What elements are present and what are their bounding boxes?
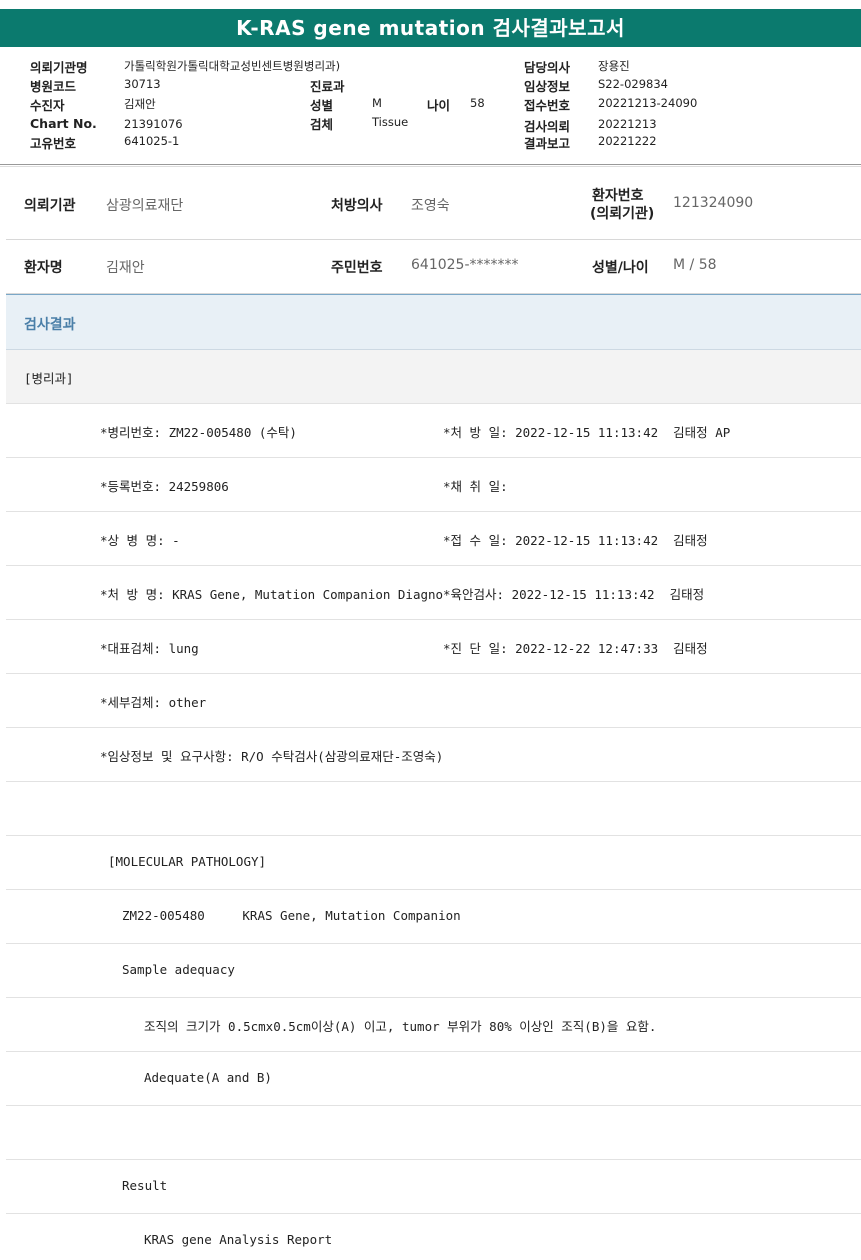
result-line: *세부검체: other bbox=[6, 674, 861, 728]
header-label-report-date: 결과보고 bbox=[524, 136, 571, 151]
result-line: 조직의 크기가 0.5cmx0.5cm이상(A) 이고, tumor 부위가 8… bbox=[6, 998, 861, 1052]
info-value-institution: 삼광의료재단 bbox=[106, 198, 184, 214]
header-label-department: 진료과 bbox=[310, 79, 345, 94]
header-value-report-date: 20221222 bbox=[598, 134, 657, 148]
header-value-clinical-info: S22-029834 bbox=[598, 77, 668, 91]
result-line-text-right: *접 수 일: 2022-12-15 11:13:42 김태정 bbox=[443, 533, 708, 548]
header-label-patient: 수진자 bbox=[30, 98, 65, 113]
result-line-blank bbox=[6, 1106, 861, 1160]
result-line-text: Adequate(A and B) bbox=[144, 1070, 272, 1085]
info-value-patient-name: 김재안 bbox=[106, 260, 145, 276]
result-line: Adequate(A and B) bbox=[6, 1052, 861, 1106]
result-line-text: Sample adequacy bbox=[122, 962, 235, 977]
info-row-patient: 환자명 김재안 주민번호 641025-******* 성별/나이 M / 58 bbox=[6, 240, 861, 294]
result-line-text: KRAS gene Analysis Report bbox=[144, 1232, 333, 1247]
result-line: *등록번호: 24259806 *채 취 일: bbox=[6, 458, 861, 512]
info-label-sex-age: 성별/나이 bbox=[592, 260, 649, 276]
header-value-request-date: 20221213 bbox=[598, 117, 657, 131]
result-line-text: *대표검체: lung bbox=[100, 641, 199, 656]
result-line: *처 방 명: KRAS Gene, Mutation Companion Di… bbox=[6, 566, 861, 620]
info-label-patient-no: 환자번호 bbox=[592, 188, 644, 204]
result-line: Result bbox=[6, 1160, 861, 1214]
results-header: 검사결과 bbox=[6, 294, 861, 350]
report-title: K-RAS gene mutation 검사결과보고서 bbox=[0, 9, 861, 47]
info-value-prescriber: 조영숙 bbox=[411, 198, 450, 214]
header-label-chart-no: Chart No. bbox=[30, 116, 97, 131]
result-line-text: *세부검체: other bbox=[100, 695, 207, 710]
result-line: *임상정보 및 요구사항: R/O 수탁검사(삼광의료재단-조영숙) bbox=[6, 728, 861, 782]
header-label-hospital-code: 병원코드 bbox=[30, 79, 77, 94]
header-label-receipt-no: 접수번호 bbox=[524, 98, 571, 113]
result-line-text: *등록번호: 24259806 bbox=[100, 479, 229, 494]
header-value-hospital-code: 30713 bbox=[124, 77, 161, 91]
result-line-text-right: *채 취 일: bbox=[443, 479, 508, 494]
result-line-text: [병리과] bbox=[24, 371, 74, 386]
results-title: 검사결과 bbox=[24, 317, 76, 333]
header-label-sex: 성별 bbox=[310, 98, 334, 113]
header-value-unique-no: 641025-1 bbox=[124, 134, 180, 148]
info-label-institution: 의뢰기관 bbox=[24, 198, 76, 214]
result-line: *병리번호: ZM22-005480 (수탁) *처 방 일: 2022-12-… bbox=[6, 404, 861, 458]
result-line-text: Result bbox=[122, 1178, 168, 1193]
header-value-specimen: Tissue bbox=[372, 115, 409, 129]
info-label-prescriber: 처방의사 bbox=[331, 198, 383, 214]
header-value-patient: 김재안 bbox=[124, 97, 156, 111]
header-value-institution: 가톨릭학원가톨릭대학교성빈센트병원병리과) bbox=[124, 59, 341, 73]
result-line: *상 병 명: - *접 수 일: 2022-12-15 11:13:42 김태… bbox=[6, 512, 861, 566]
info-row-institution: 의뢰기관 삼광의료재단 처방의사 조영숙 환자번호 (의뢰기관) 1213240… bbox=[6, 167, 861, 240]
header-value-doctor: 장용진 bbox=[598, 59, 630, 73]
info-label-patient-no-sub: (의뢰기관) bbox=[590, 206, 655, 222]
result-line-blank bbox=[6, 782, 861, 836]
header-label-unique-no: 고유번호 bbox=[30, 136, 77, 151]
info-value-sex-age: M / 58 bbox=[673, 257, 717, 273]
result-line-text: 조직의 크기가 0.5cmx0.5cm이상(A) 이고, tumor 부위가 8… bbox=[144, 1019, 657, 1034]
header-value-sex: M bbox=[372, 96, 382, 110]
result-line: [MOLECULAR PATHOLOGY] bbox=[6, 836, 861, 890]
result-line-text: ZM22-005480 KRAS Gene, Mutation Companio… bbox=[122, 908, 461, 923]
result-line-text: [MOLECULAR PATHOLOGY] bbox=[108, 854, 267, 869]
header-label-doctor: 담당의사 bbox=[524, 60, 571, 75]
header-label-age: 나이 bbox=[427, 98, 451, 113]
result-line-text-right: *육안검사: 2022-12-15 11:13:42 김태정 bbox=[443, 587, 705, 602]
info-value-resident-no: 641025-******* bbox=[411, 257, 519, 273]
header-label-institution: 의뢰기관명 bbox=[30, 60, 88, 75]
result-line: [병리과] bbox=[6, 350, 861, 404]
header-label-clinical-info: 임상정보 bbox=[524, 79, 571, 94]
info-label-patient-name: 환자명 bbox=[24, 260, 63, 276]
result-line: KRAS gene Analysis Report bbox=[6, 1214, 861, 1260]
info-label-resident-no: 주민번호 bbox=[331, 260, 383, 276]
info-value-patient-no: 121324090 bbox=[673, 195, 754, 211]
result-line-text: *처 방 명: KRAS Gene, Mutation Companion Di… bbox=[100, 587, 444, 602]
header-label-specimen: 검체 bbox=[310, 117, 334, 132]
result-line: Sample adequacy bbox=[6, 944, 861, 998]
result-line-text-right: *진 단 일: 2022-12-22 12:47:33 김태정 bbox=[443, 641, 708, 656]
header-value-receipt-no: 20221213-24090 bbox=[598, 96, 698, 110]
result-line-text-right: *처 방 일: 2022-12-15 11:13:42 김태정 AP bbox=[443, 425, 731, 440]
result-line-text: *임상정보 및 요구사항: R/O 수탁검사(삼광의료재단-조영숙) bbox=[100, 749, 444, 764]
result-line: *대표검체: lung *진 단 일: 2022-12-22 12:47:33 … bbox=[6, 620, 861, 674]
header-value-chart-no: 21391076 bbox=[124, 117, 183, 131]
result-line-text: *상 병 명: - bbox=[100, 533, 180, 548]
header-divider bbox=[0, 164, 861, 165]
result-line: ZM22-005480 KRAS Gene, Mutation Companio… bbox=[6, 890, 861, 944]
header-value-age: 58 bbox=[470, 96, 485, 110]
result-line-text: *병리번호: ZM22-005480 (수탁) bbox=[100, 425, 297, 440]
